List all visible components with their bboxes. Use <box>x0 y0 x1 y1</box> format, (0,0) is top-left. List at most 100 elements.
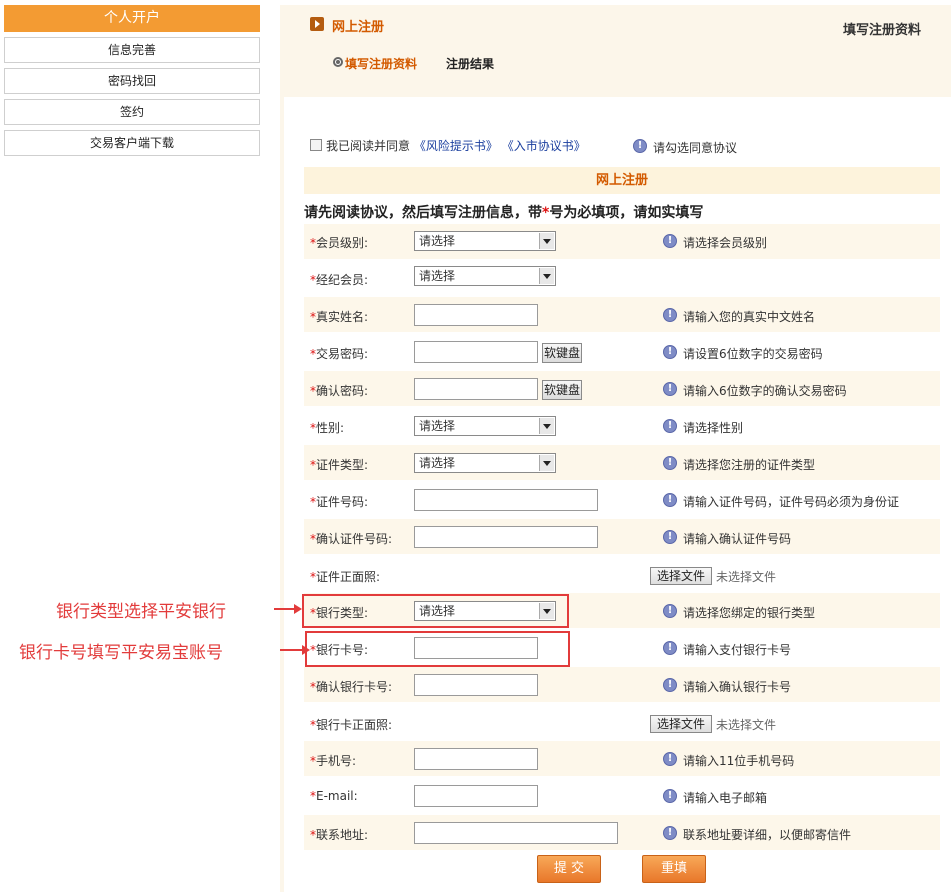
info-icon: ! <box>663 345 677 359</box>
agree-checkbox[interactable] <box>310 139 322 151</box>
mobile-input[interactable] <box>414 748 538 770</box>
field-hint: 请输入11位手机号码 <box>683 754 795 768</box>
file-status: 未选择文件 <box>716 570 777 584</box>
info-icon: ! <box>663 641 677 655</box>
form-row <box>304 445 940 480</box>
field-label: *证件正面照: <box>310 570 381 584</box>
field-label: *联系地址: <box>310 828 369 842</box>
field-hint: 请设置6位数字的交易密码 <box>683 347 823 361</box>
form-row <box>304 260 940 295</box>
agree-hint: 请勾选同意协议 <box>653 141 738 155</box>
market-agreement-link[interactable]: 《入市协议书》 <box>502 139 586 153</box>
id-number-input[interactable] <box>414 489 598 511</box>
annotation-arrow-line <box>274 608 294 610</box>
address-input[interactable] <box>414 822 618 844</box>
annotation-box-bank-type <box>302 594 569 628</box>
bank-card-photo-file-button[interactable]: 选择文件 <box>650 715 712 733</box>
info-icon: ! <box>663 530 677 544</box>
field-hint: 请输入证件号码，证件号码必须为身份证 <box>683 495 900 509</box>
annotation-bank-card: 银行卡号填写平安易宝账号 <box>19 643 223 663</box>
field-label: *性别: <box>310 421 345 435</box>
field-label: *确认证件号码: <box>310 532 393 546</box>
risk-notice-link[interactable]: 《风险提示书》 <box>414 139 498 153</box>
id-photo-file-button[interactable]: 选择文件 <box>650 567 712 585</box>
step-active-icon <box>333 57 343 67</box>
annotation-bank-type: 银行类型选择平安银行 <box>56 602 226 622</box>
field-hint: 请选择您注册的证件类型 <box>683 458 816 472</box>
sidebar-item-info-complete[interactable]: 信息完善 <box>4 37 260 63</box>
form-row <box>304 704 940 739</box>
field-label: *交易密码: <box>310 347 369 361</box>
trade-password-input[interactable] <box>414 341 538 363</box>
field-hint: 请选择您绑定的银行类型 <box>683 606 816 620</box>
confirm-bank-card-input[interactable] <box>414 674 538 696</box>
sidebar-title: 个人开户 <box>4 5 260 32</box>
file-status: 未选择文件 <box>716 718 777 732</box>
field-hint: 请选择会员级别 <box>683 236 768 250</box>
sidebar-item-sign-contract[interactable]: 签约 <box>4 99 260 125</box>
arrow-right-icon <box>302 645 310 655</box>
soft-keyboard-button[interactable]: 软键盘 <box>542 380 582 400</box>
form-row <box>304 667 940 702</box>
field-hint: 请输入确认银行卡号 <box>683 680 792 694</box>
form-row <box>304 408 940 443</box>
field-hint: 请输入确认证件号码 <box>683 532 792 546</box>
field-label: *确认密码: <box>310 384 369 398</box>
member-level-select[interactable]: 请选择 <box>414 231 556 251</box>
info-icon: ! <box>663 382 677 396</box>
section-title: 网上注册 <box>304 167 940 194</box>
reset-button[interactable]: 重填 <box>642 855 706 883</box>
field-label: *真实姓名: <box>310 310 369 324</box>
form-row <box>304 334 940 369</box>
field-hint: 请输入电子邮箱 <box>683 791 768 805</box>
field-label: *会员级别: <box>310 236 369 250</box>
field-label: *确认银行卡号: <box>310 680 393 694</box>
field-label: *E-mail: <box>310 789 358 803</box>
id-type-select[interactable]: 请选择 <box>414 453 556 473</box>
arrow-right-icon <box>294 604 302 614</box>
submit-button[interactable]: 提 交 <box>537 855 601 883</box>
info-icon: ! <box>663 456 677 470</box>
form-row <box>304 778 940 813</box>
real-name-input[interactable] <box>414 304 538 326</box>
field-hint: 请输入您的真实中文姓名 <box>683 310 816 324</box>
form-row <box>304 519 940 554</box>
annotation-arrow-line <box>280 649 302 651</box>
info-icon: ! <box>663 493 677 507</box>
field-hint: 联系地址要详细，以便邮寄信件 <box>683 828 852 842</box>
info-icon: ! <box>663 826 677 840</box>
annotation-box-bank-card <box>305 631 570 667</box>
info-icon: ! <box>633 139 647 153</box>
email-input[interactable] <box>414 785 538 807</box>
form-row <box>304 297 940 332</box>
gender-select[interactable]: 请选择 <box>414 416 556 436</box>
field-label: *银行卡正面照: <box>310 718 393 732</box>
instruction-part1: 请先阅读协议，然后填写注册信息，带 <box>304 205 542 221</box>
soft-keyboard-button[interactable]: 软键盘 <box>542 343 582 363</box>
step-result: 注册结果 <box>446 57 495 71</box>
info-icon: ! <box>663 789 677 803</box>
field-label: *证件类型: <box>310 458 369 472</box>
form-row <box>304 224 940 259</box>
instruction-part2: 号为必填项，请如实填写 <box>549 205 704 221</box>
step-fill-info: 填写注册资料 <box>345 57 418 71</box>
info-icon: ! <box>663 419 677 433</box>
agree-text: 我已阅读并同意 《风险提示书》 《入市协议书》 <box>326 137 586 154</box>
info-icon: ! <box>663 308 677 322</box>
page-title: 填写注册资料 <box>843 23 922 38</box>
info-icon: ! <box>663 604 677 618</box>
field-label: *手机号: <box>310 754 357 768</box>
confirm-id-number-input[interactable] <box>414 526 598 548</box>
field-hint: 请选择性别 <box>683 421 744 435</box>
info-icon: ! <box>663 678 677 692</box>
confirm-password-input[interactable] <box>414 378 538 400</box>
field-hint: 请输入支付银行卡号 <box>683 643 792 657</box>
info-icon: ! <box>663 234 677 248</box>
form-instruction: 请先阅读协议，然后填写注册信息，带*号为必填项，请如实填写 <box>304 202 703 222</box>
broker-member-select[interactable]: 请选择 <box>414 266 556 286</box>
sidebar-item-password-recovery[interactable]: 密码找回 <box>4 68 260 94</box>
info-icon: ! <box>663 752 677 766</box>
agree-prefix: 我已阅读并同意 <box>326 139 411 153</box>
sidebar-item-client-download[interactable]: 交易客户端下载 <box>4 130 260 156</box>
field-hint: 请输入6位数字的确认交易密码 <box>683 384 847 398</box>
